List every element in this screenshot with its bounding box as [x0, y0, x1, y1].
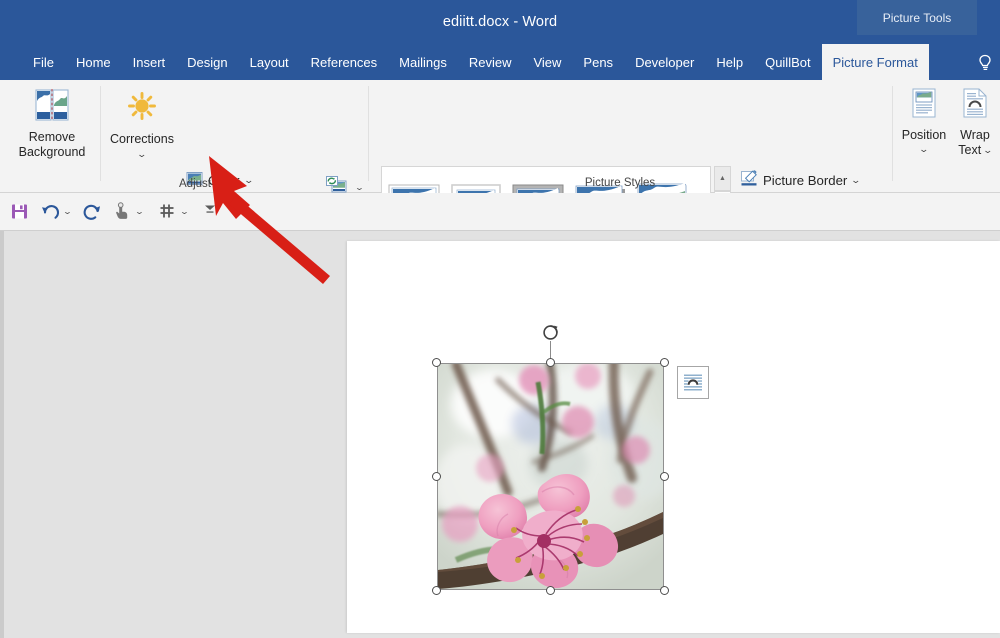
chevron-down-icon[interactable]: ⌄	[137, 149, 148, 160]
group-divider	[100, 86, 101, 181]
selected-picture-container[interactable]	[432, 325, 669, 595]
wrap-text-button[interactable]: Wrap Text ⌄	[952, 88, 998, 157]
tab-references[interactable]: References	[300, 44, 388, 80]
tab-pens[interactable]: Pens	[572, 44, 624, 80]
wrap-text-icon	[960, 88, 990, 125]
quick-access-toolbar: ⌄ ⌄ ⌄	[0, 193, 1000, 231]
tab-file[interactable]: File	[22, 44, 65, 80]
chevron-down-icon[interactable]: ⌄	[354, 183, 364, 192]
remove-background-label-line2: Background	[18, 144, 86, 159]
redo-button[interactable]	[82, 202, 102, 221]
tab-mailings[interactable]: Mailings	[388, 44, 458, 80]
position-icon	[909, 88, 939, 125]
tab-review[interactable]: Review	[458, 44, 523, 80]
wrap-text-label-line1: Wrap	[960, 128, 990, 142]
title-bar: ediitt.docx - Word Picture Tools	[0, 0, 1000, 44]
tab-layout[interactable]: Layout	[239, 44, 300, 80]
brightness-sun-icon	[123, 90, 161, 129]
resize-handle-top-right[interactable]	[660, 358, 669, 367]
contextual-tools-label: Picture Tools	[857, 0, 977, 35]
resize-handle-middle-left[interactable]	[432, 472, 441, 481]
adjust-group-label: Adjust	[179, 178, 211, 190]
touch-mouse-mode-button[interactable]: ⌄	[112, 202, 144, 221]
tab-quillbot[interactable]: QuillBot	[754, 44, 822, 80]
resize-handle-middle-right[interactable]	[660, 472, 669, 481]
remove-background-button[interactable]: Remove Background	[8, 88, 96, 159]
customize-quick-access-button[interactable]: ⌄	[158, 202, 189, 220]
tab-home[interactable]: Home	[65, 44, 122, 80]
ribbon-tab-strip: File Home Insert Design Layout Reference…	[0, 44, 1000, 80]
picture-border-button[interactable]: Picture Border ⌄	[740, 170, 862, 190]
chevron-down-icon[interactable]: ⌄	[851, 175, 862, 186]
tab-insert[interactable]: Insert	[122, 44, 177, 80]
tell-me-lightbulb-icon[interactable]	[974, 52, 996, 74]
corrections-button[interactable]: Corrections ⌄	[106, 90, 178, 160]
position-button[interactable]: Position ⌄	[898, 88, 950, 155]
resize-handle-top-left[interactable]	[432, 358, 441, 367]
window-title: ediitt.docx - Word	[442, 14, 558, 30]
word-application-window: ediitt.docx - Word Picture Tools File Ho…	[0, 0, 1000, 638]
tab-help[interactable]: Help	[705, 44, 754, 80]
workspace-left-rail	[0, 231, 4, 638]
tab-design[interactable]: Design	[176, 44, 238, 80]
wrap-text-label-line2: Text	[958, 142, 982, 157]
tab-developer[interactable]: Developer	[624, 44, 705, 80]
chevron-down-icon[interactable]: ⌄	[179, 207, 189, 216]
group-divider	[368, 86, 369, 181]
resize-handle-bottom-right[interactable]	[660, 586, 669, 595]
ribbon-tabs: File Home Insert Design Layout Reference…	[22, 44, 929, 80]
chevron-down-icon[interactable]: ⌄	[983, 143, 994, 158]
tab-picture-format[interactable]: Picture Format	[821, 44, 929, 80]
remove-background-label-line1: Remove	[28, 130, 76, 144]
chevron-down-icon[interactable]: ⌄	[919, 144, 930, 155]
tab-view[interactable]: View	[522, 44, 572, 80]
chevron-down-icon[interactable]: ⌄	[134, 207, 144, 216]
save-button[interactable]	[10, 202, 29, 221]
remove-background-icon	[32, 88, 72, 127]
resize-handle-bottom-center[interactable]	[546, 586, 555, 595]
ribbon-group-adjust: Remove Background Corrections ⌄ Color ⌄ …	[0, 80, 366, 245]
picture-styles-group-label: Picture Styles	[584, 177, 656, 189]
corrections-label: Corrections	[110, 132, 174, 146]
position-label: Position	[901, 128, 947, 142]
layout-options-button[interactable]	[677, 366, 709, 399]
rotate-handle[interactable]	[541, 323, 560, 342]
toolbar-more-button[interactable]	[203, 202, 217, 216]
chevron-down-icon[interactable]: ⌄	[62, 207, 72, 216]
picture-border-label: Picture Border	[763, 172, 848, 188]
resize-handle-top-center[interactable]	[546, 358, 555, 367]
pink-blossom-photo[interactable]	[437, 363, 664, 590]
picture-border-pencil-icon	[740, 170, 758, 190]
ribbon: Remove Background Corrections ⌄ Color ⌄ …	[0, 80, 1000, 265]
resize-handle-bottom-left[interactable]	[432, 586, 441, 595]
group-divider	[892, 86, 893, 181]
undo-button[interactable]: ⌄	[40, 202, 72, 221]
